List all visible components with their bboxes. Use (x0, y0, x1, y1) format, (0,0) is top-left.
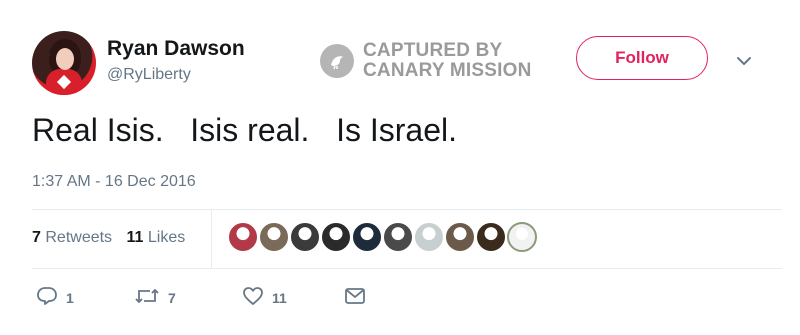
avatar[interactable] (32, 31, 96, 95)
user-name[interactable]: Ryan Dawson (107, 37, 245, 61)
canary-mission-watermark: CAPTURED BY CANARY MISSION (320, 40, 550, 82)
retweets-count: 7 (32, 229, 41, 246)
direct-message-action[interactable] (344, 285, 366, 311)
retweet-count: 7 (168, 290, 176, 306)
liker-avatar[interactable] (228, 222, 258, 252)
liker-avatar[interactable] (383, 222, 413, 252)
likes-stat[interactable]: 11 Likes (127, 229, 186, 246)
like-count: 11 (272, 290, 287, 306)
liker-avatar[interactable] (352, 222, 382, 252)
liker-avatar[interactable] (414, 222, 444, 252)
tweet-timestamp[interactable]: 1:37 AM - 16 Dec 2016 (32, 173, 196, 191)
watermark-line-2: CANARY MISSION (363, 60, 532, 81)
tweet-actions: 1 7 11 (32, 285, 392, 315)
reply-icon (36, 286, 58, 311)
reply-action[interactable]: 1 (36, 285, 74, 311)
liker-avatar[interactable] (321, 222, 351, 252)
liker-avatar[interactable] (476, 222, 506, 252)
like-action[interactable]: 11 (242, 285, 287, 311)
retweet-action[interactable]: 7 (134, 285, 176, 311)
reply-count: 1 (66, 290, 74, 306)
liker-avatar[interactable] (259, 222, 289, 252)
likes-label: Likes (147, 229, 186, 246)
heart-icon (242, 286, 264, 311)
stats-divider (211, 210, 212, 268)
divider-top (32, 209, 782, 210)
liker-avatar[interactable] (507, 222, 537, 252)
follow-button[interactable]: Follow (576, 36, 708, 80)
likes-count: 11 (126, 229, 144, 246)
liker-avatar[interactable] (445, 222, 475, 252)
watermark-line-1: CAPTURED BY (363, 40, 503, 61)
liker-avatar[interactable] (290, 222, 320, 252)
divider-bottom (32, 268, 782, 269)
envelope-icon (344, 287, 366, 310)
canary-bird-icon (320, 44, 354, 78)
user-handle[interactable]: @RyLiberty (107, 66, 191, 84)
tweet-text: Real Isis. Isis real. Is Israel. (32, 112, 457, 148)
retweets-stat[interactable]: 7 Retweets (32, 229, 112, 246)
chevron-down-icon[interactable] (736, 54, 752, 72)
retweets-label: Retweets (45, 229, 113, 246)
avatar-face (56, 48, 74, 70)
retweet-icon (134, 286, 160, 311)
tweet-stats: 7 Retweets 11 Likes (32, 229, 185, 247)
